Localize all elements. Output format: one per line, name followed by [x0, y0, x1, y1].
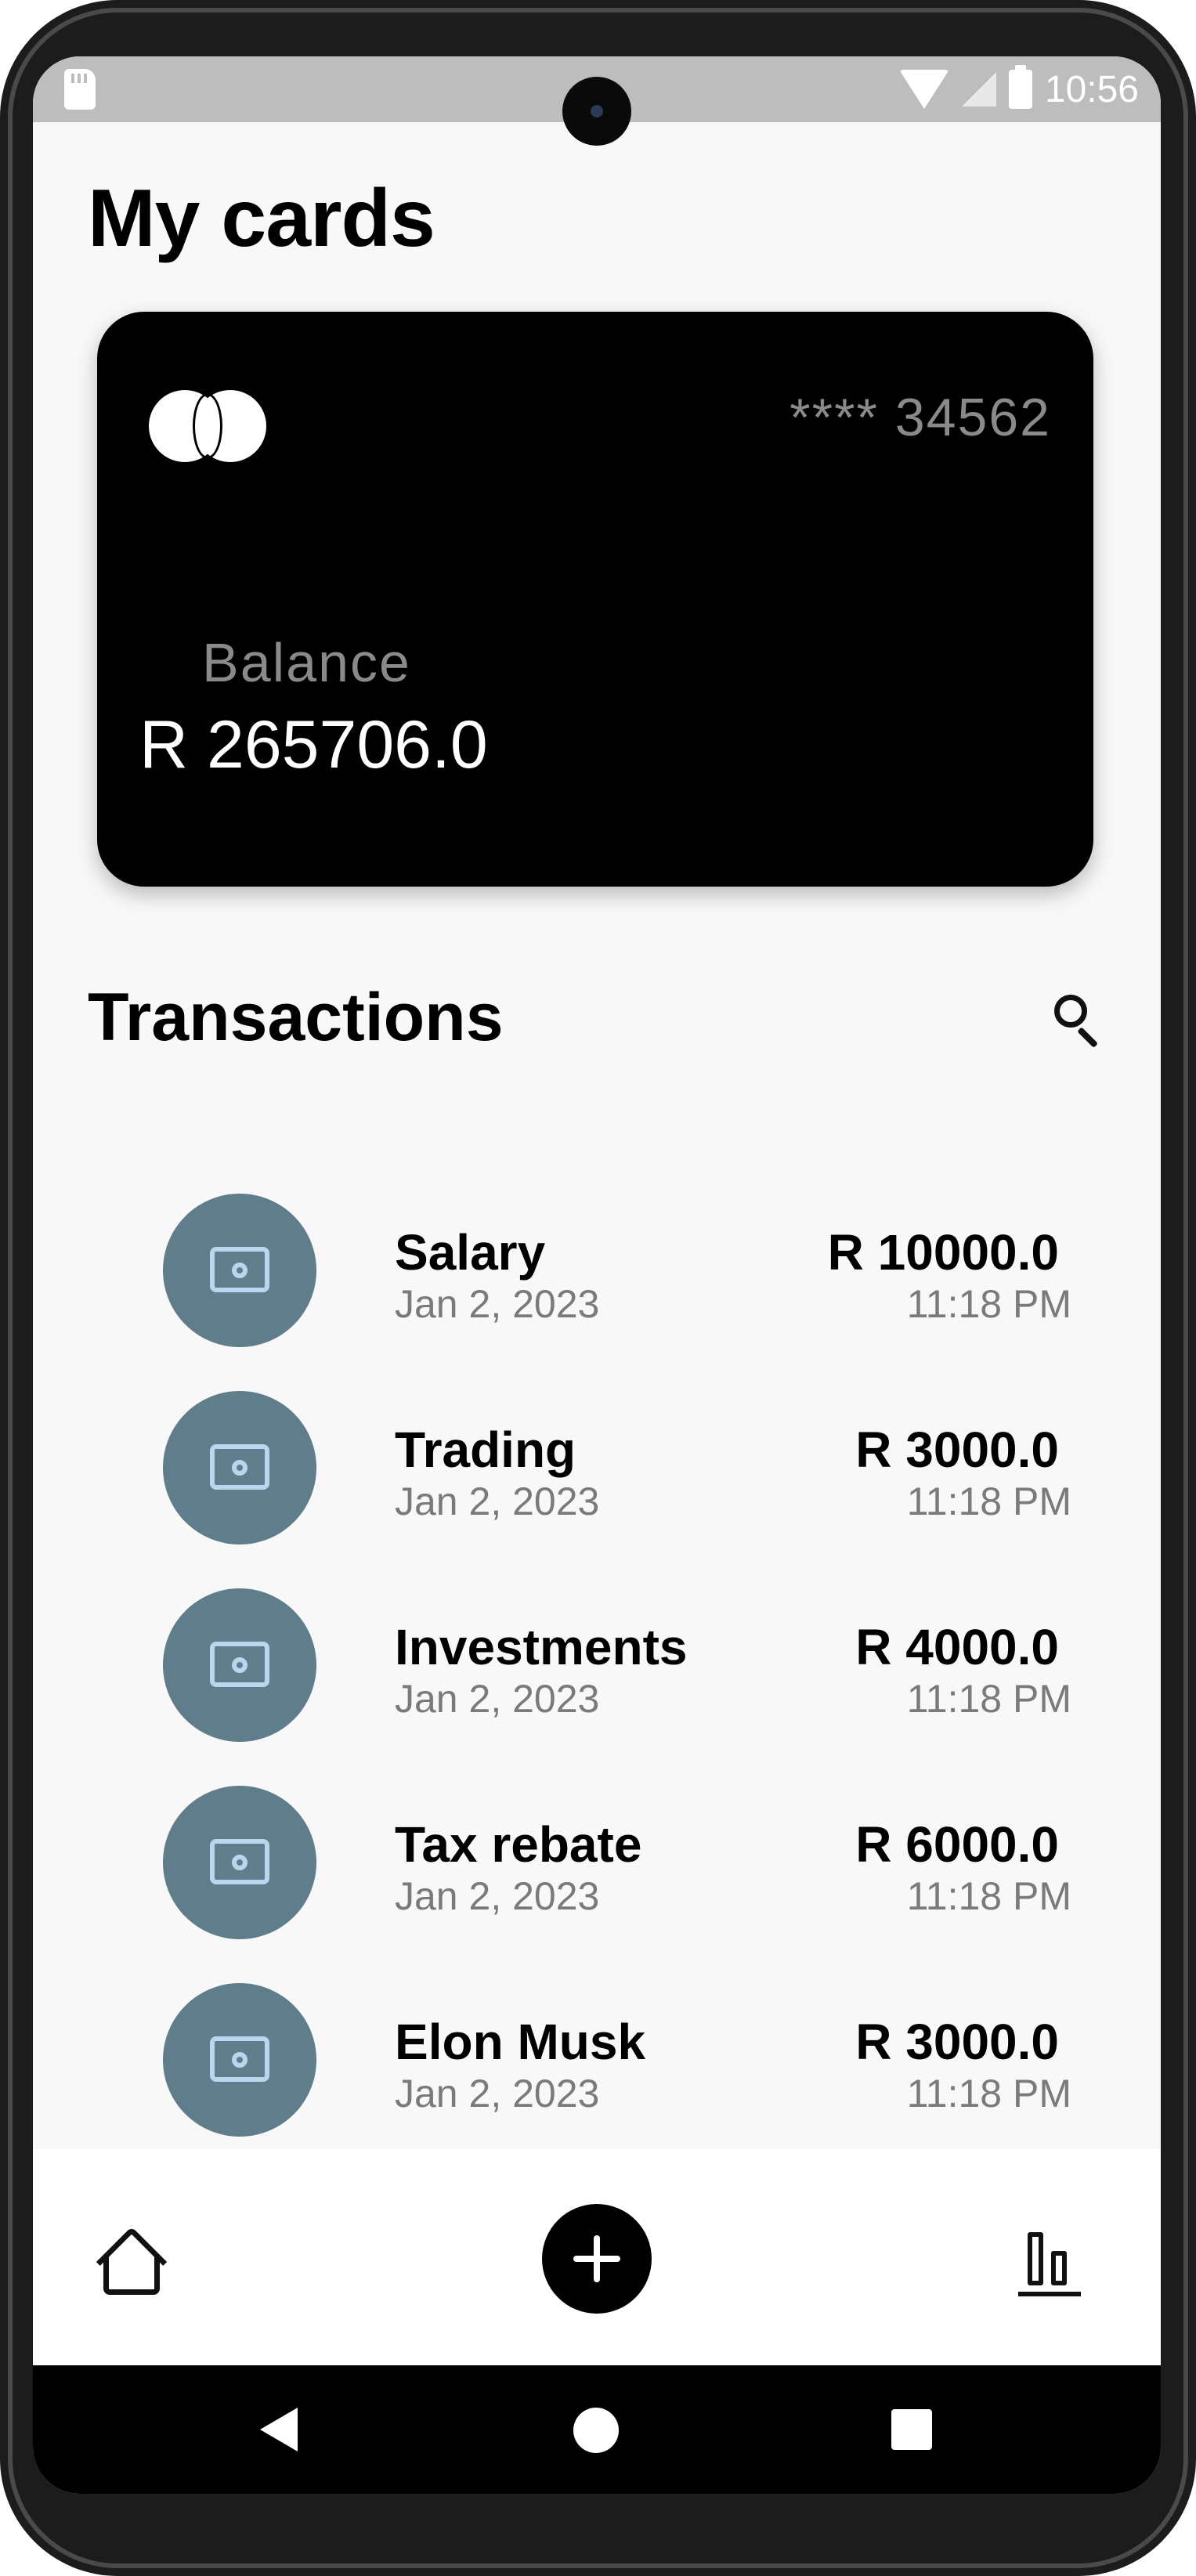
transaction-time: 11:18 PM [906, 2072, 1071, 2115]
money-bill-icon [210, 2036, 269, 2082]
transaction-amount: R 3000.0 [855, 2014, 1059, 2070]
mastercard-logo-icon [149, 390, 266, 462]
transaction-amount: R 10000.0 [827, 1224, 1059, 1281]
transaction-name: Investments [395, 1619, 688, 1675]
money-bill-icon [210, 1642, 269, 1687]
transaction-time: 11:18 PM [906, 1282, 1071, 1326]
bank-card[interactable]: **** 34562 Balance R 265706.0 [97, 312, 1093, 887]
sd-card-icon [64, 69, 96, 110]
transaction-name: Salary [395, 1224, 546, 1281]
transaction-row[interactable]: Investments Jan 2, 2023 R 4000.0 11:18 P… [33, 1579, 1161, 1759]
transaction-row[interactable]: Elon Musk Jan 2, 2023 R 3000.0 11:18 PM [33, 1974, 1161, 2154]
transaction-date: Jan 2, 2023 [395, 1282, 600, 1326]
transaction-date: Jan 2, 2023 [395, 1874, 600, 1918]
home-circle-icon[interactable] [573, 2408, 619, 2453]
transaction-row[interactable]: Tax rebate Jan 2, 2023 R 6000.0 11:18 PM [33, 1776, 1161, 1956]
transaction-name: Tax rebate [395, 1816, 642, 1873]
transaction-amount: R 6000.0 [855, 1816, 1059, 1873]
wifi-icon [898, 70, 949, 109]
transaction-date: Jan 2, 2023 [395, 1677, 600, 1721]
search-button[interactable] [1039, 981, 1114, 1056]
transaction-name: Elon Musk [395, 2014, 646, 2070]
transaction-row[interactable]: Trading Jan 2, 2023 R 3000.0 11:18 PM [33, 1382, 1161, 1562]
money-bill-icon [210, 1247, 269, 1292]
battery-icon [1008, 65, 1032, 109]
transaction-avatar [163, 1786, 316, 1939]
status-right: 10:56 [898, 64, 1139, 114]
transaction-name: Trading [395, 1422, 576, 1478]
transaction-row[interactable]: Salary Jan 2, 2023 R 10000.0 11:18 PM [33, 1184, 1161, 1364]
page-title: My cards [88, 173, 435, 264]
money-bill-icon [210, 1839, 269, 1884]
signal-icon [961, 72, 996, 107]
money-bill-icon [210, 1444, 269, 1490]
front-camera [562, 77, 631, 146]
transactions-title: Transactions [88, 980, 504, 1055]
status-clock: 10:56 [1044, 68, 1139, 110]
transaction-time: 11:18 PM [906, 1479, 1071, 1523]
card-number: **** 34562 [790, 388, 1051, 447]
nav-home-button[interactable] [94, 2226, 169, 2301]
recent-apps-icon[interactable] [891, 2409, 932, 2450]
transaction-amount: R 4000.0 [855, 1619, 1059, 1675]
bottom-navigation [33, 2149, 1161, 2365]
transaction-time: 11:18 PM [906, 1677, 1071, 1721]
add-transaction-button[interactable] [542, 2204, 652, 2314]
back-icon[interactable] [260, 2408, 298, 2451]
nav-stats-button[interactable] [1018, 2221, 1087, 2303]
transaction-amount: R 3000.0 [855, 1422, 1059, 1478]
transaction-avatar [163, 1391, 316, 1545]
transaction-avatar [163, 1588, 316, 1742]
transaction-avatar [163, 1194, 316, 1347]
transaction-date: Jan 2, 2023 [395, 2072, 600, 2115]
transaction-date: Jan 2, 2023 [395, 1479, 600, 1523]
status-bar: 10:56 [33, 56, 1161, 146]
system-navigation-bar [33, 2365, 1161, 2494]
card-balance-label: Balance [202, 632, 411, 693]
app-screen: 10:56 My cards **** 34562 Balance R 2657… [33, 56, 1161, 2494]
card-balance: R 265706.0 [139, 707, 488, 782]
transaction-time: 11:18 PM [906, 1874, 1071, 1918]
transaction-avatar [163, 1983, 316, 2137]
